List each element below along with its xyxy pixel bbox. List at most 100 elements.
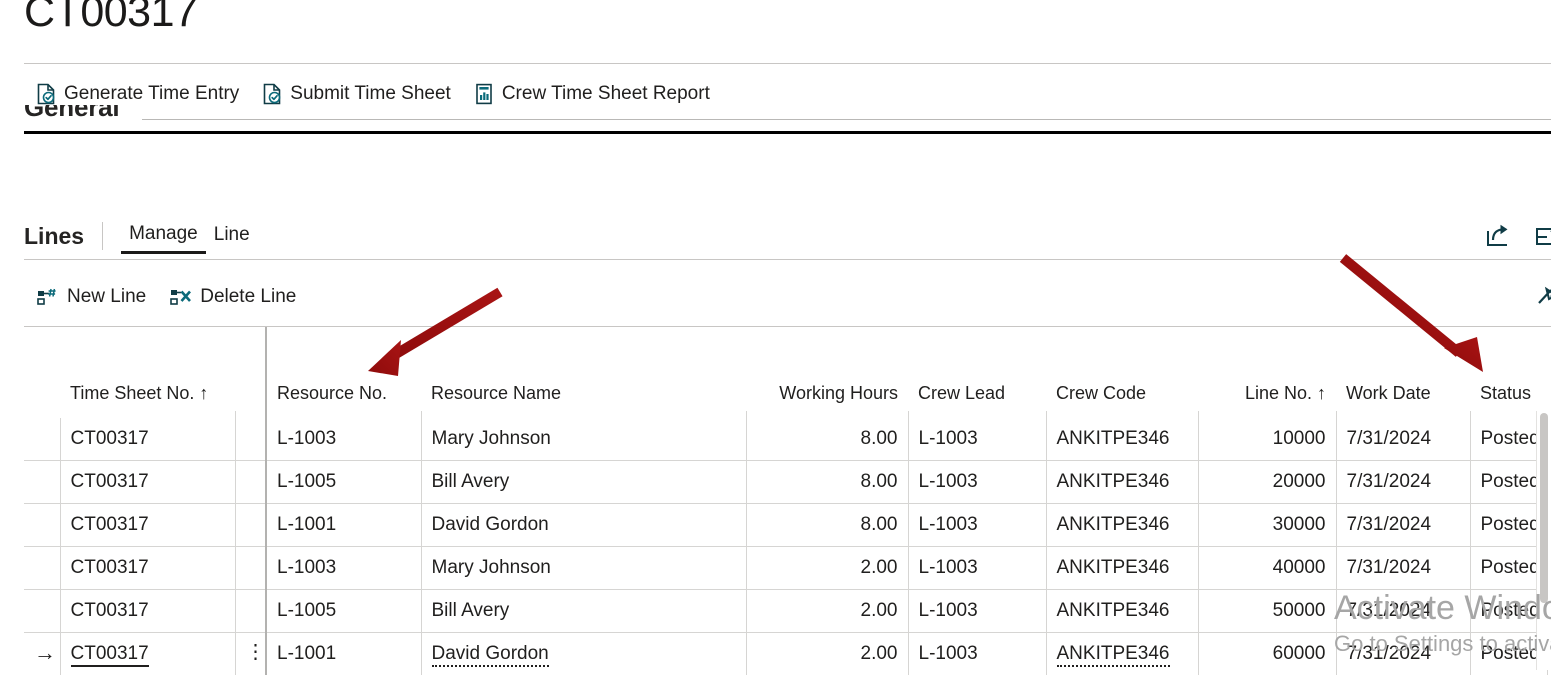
cell-resource-name[interactable]: Bill Avery: [421, 590, 746, 633]
cell-resource-name[interactable]: Mary Johnson: [421, 418, 746, 461]
cell-time-sheet-no[interactable]: CT00317: [60, 418, 235, 461]
cell-time-sheet-no[interactable]: CT00317: [60, 547, 235, 590]
cell-text: 60000: [1273, 643, 1326, 664]
cell-line-no[interactable]: 60000: [1198, 633, 1336, 675]
cell-working-hours[interactable]: 8.00: [746, 461, 908, 504]
cell-crew-code[interactable]: ANKITPE346: [1046, 504, 1198, 547]
cell-text: 2.00: [861, 643, 898, 664]
header-line-no[interactable]: Line No. ↑: [1198, 327, 1336, 411]
cell-resource-name[interactable]: David Gordon: [421, 504, 746, 547]
header-time-sheet-no[interactable]: Time Sheet No. ↑: [60, 327, 235, 411]
header-resource-no[interactable]: Resource No.: [266, 327, 421, 411]
cell-working-hours[interactable]: 8.00: [746, 504, 908, 547]
tick: [24, 411, 60, 418]
header-work-date[interactable]: Work Date: [1336, 327, 1470, 411]
cell-crew-code[interactable]: ANKITPE346: [1046, 418, 1198, 461]
row-indicator-cell: [24, 504, 60, 547]
cell-work-date[interactable]: 7/31/2024: [1336, 633, 1470, 675]
row-menu-button[interactable]: [235, 504, 266, 547]
row-menu-button[interactable]: [235, 547, 266, 590]
cell-resource-no[interactable]: L-1003: [266, 547, 421, 590]
cell-crew-lead[interactable]: L-1003: [908, 418, 1046, 461]
cell-working-hours[interactable]: 2.00: [746, 633, 908, 675]
cell-resource-name[interactable]: Mary Johnson: [421, 547, 746, 590]
cell-resource-no[interactable]: L-1001: [266, 633, 421, 675]
new-line-button[interactable]: New Line: [24, 281, 158, 313]
cell-resource-no[interactable]: L-1005: [266, 590, 421, 633]
cell-working-hours[interactable]: 2.00: [746, 590, 908, 633]
crew-time-sheet-report-label: Crew Time Sheet Report: [502, 82, 710, 106]
cell-resource-no[interactable]: L-1005: [266, 461, 421, 504]
open-in-new-window-icon[interactable]: [1535, 223, 1551, 254]
vertical-scrollbar[interactable]: [1536, 411, 1551, 670]
cell-time-sheet-no[interactable]: CT00317: [60, 504, 235, 547]
show-hide-columns-icon[interactable]: [1537, 283, 1551, 314]
header-crew-lead[interactable]: Crew Lead: [908, 327, 1046, 411]
table-row[interactable]: CT00317 L-1005 Bill Avery8.00L-1003ANKITPE…: [24, 461, 1547, 504]
cell-text: ANKITPE346: [1057, 643, 1170, 667]
cell-text: L-1005: [277, 471, 336, 492]
cell-text: 7/31/2024: [1347, 428, 1432, 449]
cell-resource-no[interactable]: L-1001: [266, 504, 421, 547]
cell-crew-code[interactable]: ANKITPE346: [1046, 590, 1198, 633]
cell-line-no[interactable]: 30000: [1198, 504, 1336, 547]
table-row[interactable]: CT00317L-1003Mary Johnson2.00L-1003ANKIT…: [24, 547, 1547, 590]
cell-text: L-1003: [919, 514, 978, 535]
table-row[interactable]: CT00317L-1003Mary Johnson8.00L-1003ANKIT…: [24, 418, 1547, 461]
delete-line-button[interactable]: Delete Line: [158, 281, 308, 313]
row-menu-button[interactable]: ⋮: [235, 633, 266, 675]
cell-crew-code[interactable]: ANKITPE346: [1046, 461, 1198, 504]
header-crew-code[interactable]: Crew Code: [1046, 327, 1198, 411]
header-status[interactable]: Status: [1470, 327, 1547, 411]
cell-crew-lead[interactable]: L-1003: [908, 633, 1046, 675]
cell-text: Posted: [1481, 643, 1540, 664]
cell-work-date[interactable]: 7/31/2024: [1336, 461, 1470, 504]
tab-line[interactable]: Line: [206, 220, 258, 252]
cell-line-no[interactable]: 50000: [1198, 590, 1336, 633]
cell-line-no[interactable]: 10000: [1198, 418, 1336, 461]
row-menu-button[interactable]: [235, 461, 266, 504]
cell-crew-lead[interactable]: L-1003: [908, 461, 1046, 504]
cell-line-no[interactable]: 20000: [1198, 461, 1336, 504]
tick: [908, 411, 1046, 418]
scrollbar-thumb[interactable]: [1540, 413, 1548, 603]
general-fasttab-label: General: [24, 105, 119, 123]
cell-crew-lead[interactable]: L-1003: [908, 547, 1046, 590]
cell-working-hours[interactable]: 2.00: [746, 547, 908, 590]
table-row[interactable]: CT00317 L-1005Bill Avery2.00 L-1003 ANKITPE…: [24, 590, 1547, 633]
cell-working-hours[interactable]: 8.00: [746, 418, 908, 461]
cell-crew-lead[interactable]: L-1003: [908, 590, 1046, 633]
cell-work-date[interactable]: 7/31/2024: [1336, 504, 1470, 547]
cell-crew-lead[interactable]: L-1003: [908, 504, 1046, 547]
table-row[interactable]: →CT00317⋮L-1001David Gordon2.00L-1003ANK…: [24, 633, 1547, 675]
cell-time-sheet-no[interactable]: CT00317: [60, 633, 235, 675]
cell-resource-name[interactable]: David Gordon: [421, 633, 746, 675]
cell-text: CT00317: [71, 471, 149, 492]
cell-crew-code[interactable]: ANKITPE346: [1046, 547, 1198, 590]
cell-text: 10000: [1273, 428, 1326, 449]
share-icon[interactable]: [1485, 223, 1513, 254]
row-menu-button[interactable]: [235, 590, 266, 633]
row-menu-button[interactable]: [235, 418, 266, 461]
header-resource-name[interactable]: Resource Name: [421, 327, 746, 411]
cell-resource-name[interactable]: Bill Avery: [421, 461, 746, 504]
cell-time-sheet-no[interactable]: CT00317: [60, 590, 235, 633]
cell-time-sheet-no[interactable]: CT00317: [60, 461, 235, 504]
more-options-icon[interactable]: ⋮: [246, 645, 266, 659]
table-row[interactable]: CT00317 L-1001David Gordon8.00 L-1003 ANKIT…: [24, 504, 1547, 547]
cell-work-date[interactable]: 7/31/2024: [1336, 547, 1470, 590]
cell-text: L-1001: [277, 643, 336, 664]
cell-text: Posted: [1481, 514, 1540, 535]
general-fasttab[interactable]: General: [24, 105, 1551, 132]
tab-manage[interactable]: Manage: [121, 219, 206, 254]
cell-line-no[interactable]: 40000: [1198, 547, 1336, 590]
delete-line-icon: [170, 287, 192, 307]
cell-work-date[interactable]: 7/31/2024: [1336, 590, 1470, 633]
cell-crew-code[interactable]: ANKITPE346: [1046, 633, 1198, 675]
cell-work-date[interactable]: 7/31/2024: [1336, 418, 1470, 461]
cell-text: L-1003: [919, 600, 978, 621]
header-working-hours[interactable]: Working Hours: [746, 327, 908, 411]
header-row-menu: [235, 327, 266, 411]
lines-table-body: CT00317L-1003Mary Johnson8.00L-1003ANKIT…: [24, 418, 1547, 675]
cell-resource-no[interactable]: L-1003: [266, 418, 421, 461]
